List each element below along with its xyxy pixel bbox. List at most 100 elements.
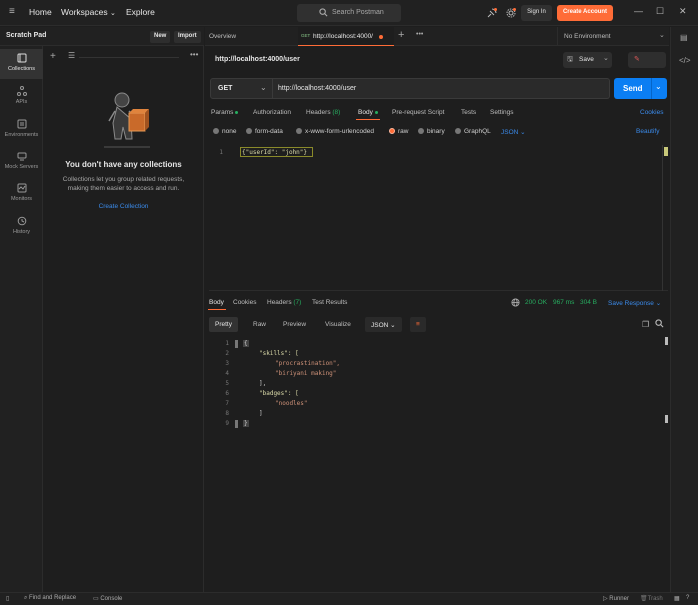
unsaved-dot-icon — [379, 35, 383, 39]
tab-overview[interactable]: Overview — [209, 33, 236, 40]
radio-form-data[interactable]: form-data — [246, 128, 283, 135]
url-input[interactable]: http://localhost:4000/user — [273, 78, 610, 99]
edit-toggle[interactable]: ✎ — [628, 52, 666, 68]
radio-binary[interactable]: binary — [418, 128, 445, 135]
response-tab-body[interactable]: Body — [209, 299, 224, 306]
globe-icon[interactable] — [511, 298, 520, 309]
console-button[interactable]: ▭ Console — [93, 595, 122, 602]
save-response-menu[interactable]: Save Response ⌄ — [608, 299, 661, 307]
tab-request[interactable]: GET http://localhost:4000/ — [298, 27, 394, 46]
tab-headers[interactable]: Headers (8) — [306, 109, 340, 116]
close-icon[interactable]: ✕ — [679, 6, 687, 17]
tab-params[interactable]: Params — [211, 109, 239, 116]
documentation-icon[interactable]: ▤ — [680, 33, 688, 42]
view-pretty[interactable]: Pretty — [209, 317, 238, 332]
chevron-down-icon: ⌄ — [603, 55, 609, 62]
empty-state-title: You don't have any collections — [65, 160, 182, 169]
rail-item-collections[interactable]: Collections — [0, 49, 43, 79]
more-icon[interactable]: ••• — [190, 50, 198, 59]
response-tab-headers[interactable]: Headers (7) — [267, 299, 301, 306]
help-icon[interactable]: ? — [686, 595, 689, 601]
find-replace-button[interactable]: ⌕ Find and Replace — [24, 595, 76, 602]
response-tab-test-results[interactable]: Test Results — [312, 299, 347, 306]
view-preview[interactable]: Preview — [277, 317, 312, 332]
rail-item-mock-servers[interactable]: Mock Servers — [0, 147, 43, 177]
panels-icon[interactable]: ▦ — [674, 595, 680, 602]
trash-button[interactable]: 🗑Trash — [640, 595, 663, 602]
search-icon[interactable] — [655, 319, 664, 330]
send-options-icon[interactable]: ⌄ — [655, 82, 662, 91]
import-button[interactable]: Import — [174, 31, 201, 43]
layout-icon[interactable]: ▯ — [6, 595, 9, 602]
new-tab-icon[interactable]: + — [398, 29, 404, 41]
radio-none[interactable]: none — [213, 128, 236, 135]
right-rail: ▤ </> — [670, 27, 698, 592]
beautify-link[interactable]: Beautify — [636, 128, 660, 135]
tab-authorization[interactable]: Authorization — [253, 109, 291, 116]
request-body-editor[interactable]: 1 {"userId": "john"} — [209, 145, 668, 291]
runner-icon: ▷ — [603, 596, 608, 602]
response-tab-cookies[interactable]: Cookies — [233, 299, 256, 306]
new-button[interactable]: New — [150, 31, 171, 43]
cookies-link[interactable]: Cookies — [640, 109, 663, 116]
sign-in-button[interactable]: Sign In — [521, 5, 552, 21]
environment-select[interactable]: No Environment ⌄ — [557, 27, 669, 46]
runner-button[interactable]: ▷ Runner — [603, 595, 629, 602]
history-icon — [17, 216, 26, 226]
radio-raw[interactable]: raw — [389, 128, 408, 135]
filter-icon[interactable]: ☰ — [68, 51, 75, 60]
response-time[interactable]: 967 ms — [553, 299, 574, 306]
empty-state-desc-1: Collections let you group related reques… — [62, 176, 185, 183]
rail-item-environments[interactable]: Environments — [0, 115, 43, 145]
code-line: ] — [259, 410, 263, 417]
settings-icon[interactable] — [506, 8, 516, 20]
home-link[interactable]: Home — [29, 7, 52, 17]
radio-graphql[interactable]: GraphQL — [455, 128, 491, 135]
response-size[interactable]: 304 B — [580, 299, 597, 306]
satellite-icon[interactable] — [487, 8, 497, 20]
response-format-select[interactable]: JSON ⌄ — [365, 317, 402, 332]
radio-urlencoded[interactable]: x-www-form-urlencoded — [296, 128, 374, 135]
explore-link[interactable]: Explore — [126, 7, 155, 17]
code-line: "skills": [ — [259, 350, 299, 357]
save-button[interactable]: 🖫 Save ⌄ — [563, 52, 612, 68]
line-number: 3 — [225, 360, 229, 367]
code-icon[interactable]: </> — [679, 56, 691, 65]
response-status[interactable]: 200 OK — [525, 299, 547, 306]
fold-marker[interactable] — [235, 420, 238, 428]
wrap-lines-icon[interactable]: ≡ — [410, 317, 426, 332]
body-format-select[interactable]: JSON ⌄ — [501, 128, 526, 136]
view-visualize[interactable]: Visualize — [319, 317, 357, 332]
tab-more-icon[interactable]: ••• — [416, 31, 423, 38]
status-bar: ▯ ⌕ Find and Replace ▭ Console ▷ Runner … — [0, 592, 698, 605]
tab-settings[interactable]: Settings — [490, 109, 514, 116]
fold-marker[interactable] — [235, 340, 238, 348]
method-select[interactable]: GET ⌄ — [210, 78, 273, 99]
active-tab-underline — [208, 309, 226, 310]
rail-label: Monitors — [10, 196, 33, 202]
rail-item-monitors[interactable]: Monitors — [0, 179, 43, 209]
workspaces-menu[interactable]: Workspaces ⌄ — [61, 7, 116, 17]
rail-item-history[interactable]: History — [0, 212, 43, 242]
line-number: 1 — [225, 340, 229, 347]
rail-item-apis[interactable]: APIs — [0, 82, 43, 112]
create-collection-link[interactable]: Create Collection — [43, 203, 204, 210]
create-account-button[interactable]: Create Account — [557, 5, 613, 21]
maximize-icon[interactable]: ☐ — [656, 6, 664, 17]
response-body-viewer[interactable]: 1 2 3 4 5 6 7 8 9 { "skills": [ "procras… — [209, 337, 668, 428]
editor-scrollbar[interactable] — [662, 145, 663, 291]
view-raw[interactable]: Raw — [247, 317, 272, 332]
tab-body[interactable]: Body — [358, 109, 378, 116]
search-icon: ⌕ — [24, 595, 28, 601]
minimize-icon[interactable]: — — [634, 6, 643, 16]
line-number: 8 — [225, 410, 229, 417]
collections-icon — [17, 53, 26, 63]
chevron-down-icon: ⌄ — [260, 83, 267, 92]
copy-icon[interactable]: ❐ — [642, 320, 649, 329]
tab-tests[interactable]: Tests — [461, 109, 476, 116]
empty-state-desc-2: making them easier to access and run. — [67, 185, 180, 192]
add-icon[interactable]: + — [50, 51, 56, 62]
tab-pre-request-script[interactable]: Pre-request Script — [392, 109, 444, 116]
menu-icon[interactable]: ≡ — [9, 6, 15, 17]
search-input[interactable]: Search Postman — [297, 4, 401, 22]
